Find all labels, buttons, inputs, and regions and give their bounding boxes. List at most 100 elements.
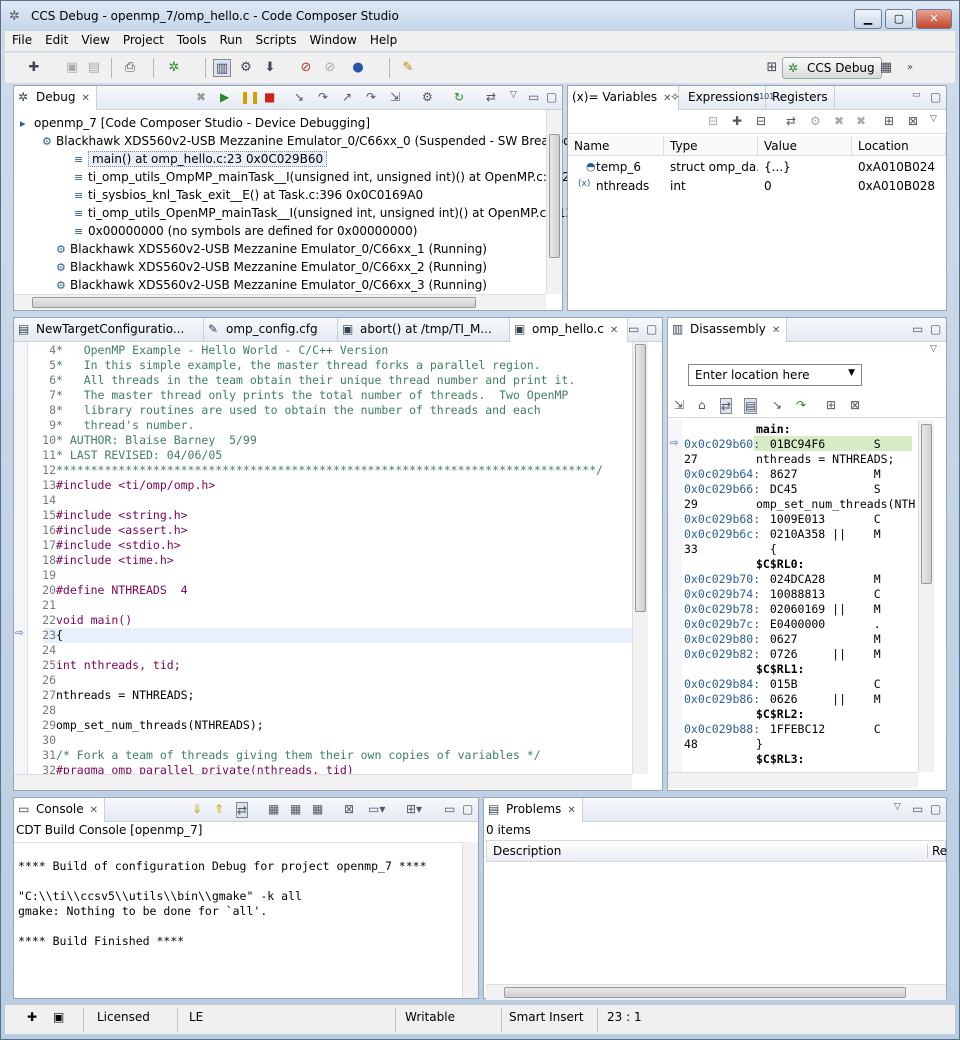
code-line[interactable]: 13#include <ti/omp/omp.h> (30, 478, 215, 493)
view-menu-icon[interactable]: ▽ (510, 90, 517, 100)
disassembly-code[interactable]: $C$RL0: (756, 557, 916, 572)
disassembly-code[interactable]: 0627 M (756, 632, 916, 647)
menu-view[interactable]: View (74, 31, 115, 47)
code-line[interactable]: 16#include <assert.h> (30, 523, 187, 538)
code-line[interactable]: 14 (30, 493, 56, 508)
open-console-icon[interactable]: ⊠ (344, 802, 354, 816)
debug-hscrollbar[interactable] (14, 294, 546, 310)
pin-icon[interactable]: ⊠ (850, 398, 860, 412)
debug-tree-item[interactable]: ≡ ti_omp_utils_OpenMP_mainTask__I(unsigne… (74, 204, 592, 222)
code-line[interactable]: 18#include <time.h> (30, 553, 174, 568)
refresh-icon[interactable]: ⇄ (786, 114, 796, 128)
clear-console-icon[interactable]: ▦ (268, 802, 279, 816)
debug-tree-item[interactable]: ⚙ Blackhawk XDS560v2-USB Mezzanine Emulat… (56, 276, 487, 294)
menu-run[interactable]: Run (212, 31, 248, 47)
script-icon[interactable]: ● (349, 59, 367, 77)
open-perspective-icon[interactable]: ⊞ (763, 59, 781, 77)
print-icon[interactable]: ⎙ (121, 59, 139, 77)
disassembly-code[interactable]: { (756, 542, 916, 557)
step-into-icon[interactable]: ↘ (294, 90, 304, 104)
select-all-icon[interactable]: ⚙ (810, 114, 821, 128)
column-name[interactable]: Name (568, 136, 664, 156)
column-description[interactable]: Description (493, 844, 561, 858)
debug-tree-item[interactable]: ⚙ Blackhawk XDS560v2-USB Mezzanine Emulat… (42, 132, 591, 150)
menu-edit[interactable]: Edit (38, 31, 74, 47)
minimize-view-icon[interactable]: ▭ (912, 802, 923, 816)
disassembly-code[interactable]: 1FFEBC12 C (756, 722, 916, 737)
resume-icon[interactable]: ▶ (220, 90, 229, 104)
tab-debug[interactable]: ✲ Debug ✕ (14, 86, 97, 110)
new-window-icon[interactable]: ⊞ (884, 114, 894, 128)
close-icon[interactable]: ✕ (772, 325, 780, 336)
code-line[interactable]: 29omp_set_num_threads(NTHREADS); (30, 718, 264, 733)
add-icon[interactable]: ✚ (732, 114, 742, 128)
maximize-view-icon[interactable]: ▢ (646, 322, 657, 336)
menu-help[interactable]: Help (363, 31, 403, 47)
new-icon[interactable]: ✚ (25, 59, 43, 77)
code-line[interactable]: 19 (30, 568, 56, 583)
copy-icon[interactable]: ▦ (290, 802, 301, 816)
minimize-view-icon[interactable]: ▭ (444, 802, 455, 816)
connect-icon[interactable]: ⚙ (237, 59, 255, 77)
menu-tools[interactable]: Tools (170, 31, 213, 47)
disassembly-code[interactable]: 0210A358 || M (756, 527, 916, 542)
reset-icon[interactable]: ⚙ (422, 90, 433, 104)
go-to-pc-icon[interactable]: ⇲ (674, 398, 684, 412)
tab-registers[interactable]: 0101 Registers (750, 86, 835, 110)
code-line[interactable]: 24 (30, 643, 56, 658)
run-to-line-icon[interactable]: ⇲ (390, 90, 400, 104)
code-line[interactable]: 30 (30, 733, 56, 748)
code-line[interactable]: 27nthreads = NTHREADS; (30, 688, 194, 703)
disassembly-code[interactable]: $C$RL3: (756, 752, 916, 767)
disassembly-code[interactable]: 0726 || M (756, 647, 916, 662)
disassembly-code[interactable]: 8627 M (756, 467, 916, 482)
remove-all-icon[interactable]: ✖ (856, 114, 866, 128)
menu-file[interactable]: File (5, 31, 38, 47)
code-line[interactable]: 10* AUTHOR: Blaise Barney 5/99 (30, 433, 257, 448)
minimize-view-icon[interactable]: ▭ (528, 90, 539, 104)
step-return-icon[interactable]: ↗ (342, 90, 352, 104)
pin-console-icon[interactable]: ▦ (312, 802, 323, 816)
code-line[interactable]: 11* LAST REVISED: 04/06/05 (30, 448, 222, 463)
disassembly-code[interactable]: E0400000 . (756, 617, 916, 632)
code-line[interactable]: 15#include <string.h> (30, 508, 187, 523)
maximize-view-icon[interactable]: ▢ (930, 802, 941, 816)
perspective-edit-icon[interactable]: ▦ (877, 59, 895, 77)
disassembly-code[interactable]: 015B C (756, 677, 916, 692)
disassembly-code[interactable]: $C$RL2: (756, 707, 916, 722)
problems-hscrollbar[interactable] (486, 984, 946, 1000)
new-console-icon[interactable]: ⊞▾ (406, 802, 422, 816)
disassembly-code[interactable]: $C$RL1: (756, 662, 916, 677)
code-line[interactable]: 17#include <stdio.h> (30, 538, 180, 553)
code-line[interactable]: 31/* Fork a team of threads giving them … (30, 748, 541, 763)
breakpoint-icon[interactable]: ⊘ (297, 59, 315, 77)
menu-project[interactable]: Project (116, 31, 170, 47)
code-line[interactable]: 23{ (30, 628, 63, 643)
disassembly-code[interactable]: } (756, 737, 916, 752)
disassembly-vscrollbar[interactable] (918, 420, 934, 772)
console-vscrollbar[interactable] (462, 842, 478, 998)
collapse-icon[interactable]: ⊟ (708, 114, 718, 128)
save-all-icon[interactable]: ▤ (85, 59, 103, 77)
disassembly-code[interactable]: 024DCA28 M (756, 572, 916, 587)
maximize-view-icon[interactable]: ▢ (546, 90, 557, 104)
close-icon[interactable]: ✕ (90, 805, 98, 816)
column-type[interactable]: Type (664, 136, 758, 156)
maximize-button[interactable]: ▢ (885, 9, 913, 29)
maximize-view-icon[interactable]: ▢ (930, 322, 941, 336)
suspend-icon[interactable]: ❚❚ (240, 90, 260, 104)
group-icon[interactable]: ⇄ (486, 90, 496, 104)
code-line[interactable]: 5* In this simple example, the master th… (30, 358, 541, 373)
menu-scripts[interactable]: Scripts (248, 31, 302, 47)
variable-value[interactable]: {...} (758, 158, 852, 177)
step-over-icon[interactable]: ↷ (318, 90, 328, 104)
menu-window[interactable]: Window (303, 31, 363, 47)
step-over-icon[interactable]: ↷ (796, 398, 806, 412)
build-icon[interactable]: ▣ (53, 1010, 64, 1024)
tab-abort[interactable]: ▣ abort() at /tmp/TI_M... (338, 318, 510, 342)
new-icon[interactable]: ✚ (27, 1010, 37, 1024)
location-combo[interactable]: Enter location here ▼ (688, 364, 862, 386)
code-line[interactable]: 8* library routines are used to obtain t… (30, 403, 541, 418)
scroll-up-icon[interactable]: ⇑ (214, 802, 224, 816)
disassembly-hscrollbar[interactable] (668, 772, 918, 788)
